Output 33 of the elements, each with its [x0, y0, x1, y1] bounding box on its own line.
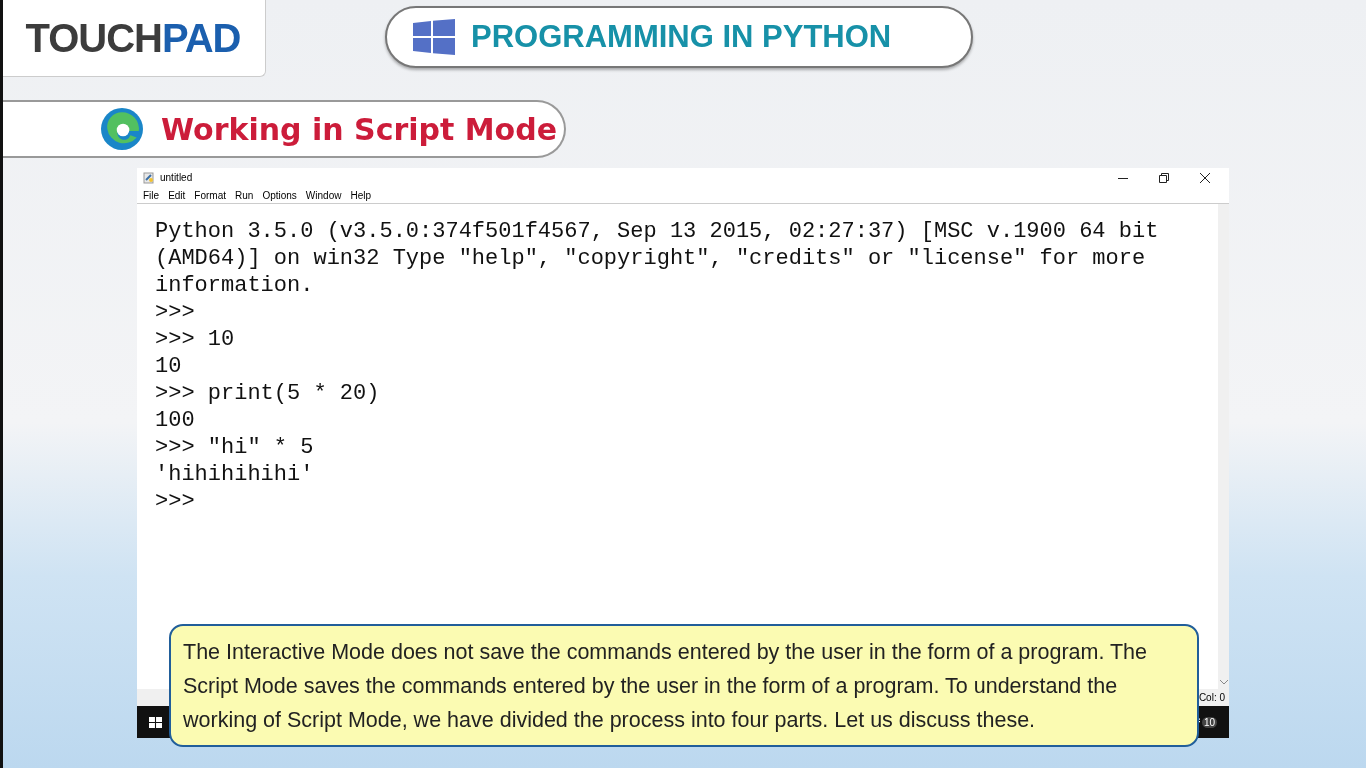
console-line: Python 3.5.0 (v3.5.0:374f501f4567, Sep 13 2015, 02:27:37) [MSC v.1900 64 bit: [155, 218, 1159, 245]
console-line: >>>: [155, 488, 195, 515]
logo-text: TOUCH: [25, 15, 162, 61]
menu-item[interactable]: Run: [235, 189, 254, 201]
logo-text: PAD: [162, 15, 241, 61]
windows-logo-icon[interactable]: [149, 715, 162, 729]
caption-text: The Interactive Mode does not save the commands entered by the user in the form of a program. The Script Mode saves the commands entered by the user in the form of a program. To understand the working of Script Mode, we have divided the process into four parts. Let us discuss these.: [183, 639, 1149, 734]
menu-item[interactable]: Help: [350, 189, 371, 201]
banner-title: PROGRAMMING IN PYTHON: [471, 19, 892, 55]
section-title: Working in Script Mode: [161, 111, 558, 147]
console-line: >>> print(5 * 20): [155, 380, 380, 407]
notification-count: 10: [1201, 716, 1217, 728]
menu-item[interactable]: Format: [194, 189, 227, 201]
python-file-icon: [143, 171, 155, 184]
status-text: Col: 0: [1198, 692, 1225, 703]
console-line: (AMD64)] on win32 Type "help", "copyright", "credits" or "license" for more: [155, 245, 1146, 272]
console-line: information.: [155, 272, 314, 299]
scroll-down-icon: [1219, 680, 1228, 685]
browser-logo-icon: [101, 108, 143, 150]
close-icon: [1200, 172, 1210, 183]
console-line: >>> "hi" * 5: [155, 434, 314, 461]
menu-item[interactable]: File: [143, 189, 160, 201]
console-line: >>> 10: [155, 326, 235, 353]
window-title: untitled: [160, 172, 193, 183]
console-line: 10: [155, 353, 182, 380]
menu-item[interactable]: Edit: [168, 189, 186, 201]
menu-item[interactable]: Window: [305, 189, 342, 201]
console-line: >>>: [155, 299, 195, 326]
console-line: 'hihihihihi': [155, 461, 314, 488]
menu-item[interactable]: Options: [262, 189, 297, 201]
console-line: 100: [155, 407, 195, 434]
windows-logo-icon: [413, 19, 455, 55]
restore-icon: [1159, 172, 1169, 183]
